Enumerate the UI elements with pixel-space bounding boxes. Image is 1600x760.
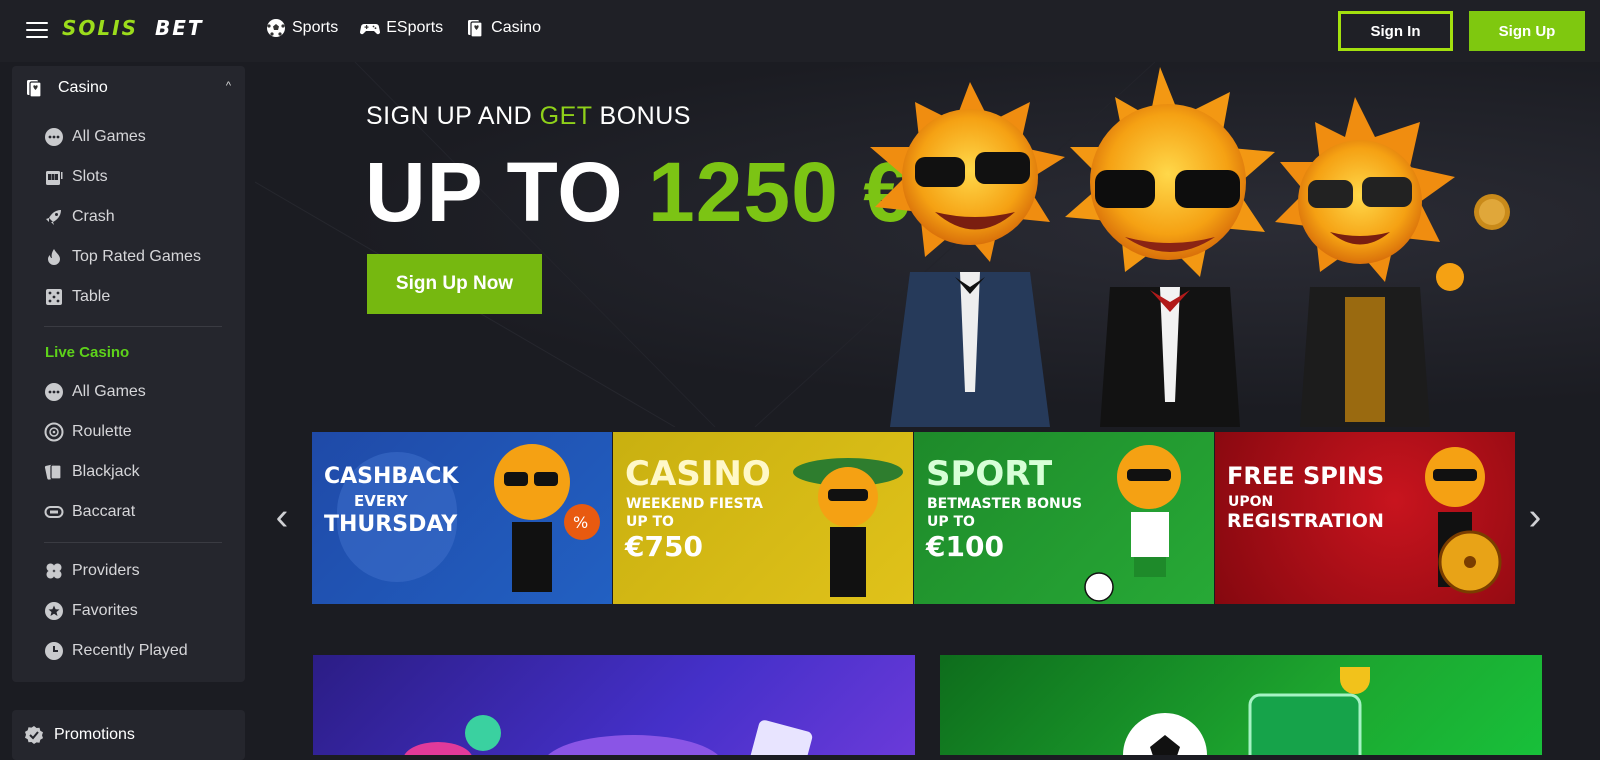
- sidebar-item-slots[interactable]: Slots: [44, 157, 244, 197]
- sign-up-button[interactable]: Sign Up: [1469, 11, 1585, 51]
- casino-list: All Games Slots Crash Top Rated Games Ta…: [44, 117, 244, 317]
- sidebar-item-promotions[interactable]: Promotions: [12, 710, 245, 760]
- dots-icon: [44, 127, 64, 147]
- sidebar-casino-header[interactable]: Casino ^: [12, 66, 245, 110]
- dice-icon: [44, 287, 64, 307]
- chevron-up-icon[interactable]: ^: [226, 80, 231, 92]
- nav-casino[interactable]: Casino: [465, 18, 541, 38]
- menu-icon[interactable]: [26, 22, 48, 38]
- clock-icon: [44, 641, 64, 661]
- hero-subtitle: SIGN UP AND GET BONUS: [366, 102, 691, 130]
- baccarat-icon: [44, 502, 64, 522]
- sidebar-item-baccarat[interactable]: Baccarat: [44, 492, 244, 532]
- sun-mascot-left: [870, 82, 1065, 427]
- divider: [44, 542, 222, 543]
- cards-icon: [468, 20, 483, 38]
- sun-mascots-illustration: [870, 67, 1510, 427]
- clover-icon: [44, 561, 64, 581]
- logo[interactable]: SOLIS BET: [62, 16, 204, 40]
- sign-in-button[interactable]: Sign In: [1338, 11, 1453, 51]
- soccer-ball-icon: [267, 19, 285, 37]
- sports-illustration: [1123, 667, 1370, 755]
- promo-carousel: ‹ CASHBACK EVERY THURSDAY % CASINO WEEKE…: [255, 427, 1600, 607]
- sun-mascot-right: [1275, 97, 1464, 427]
- roulette-icon: [44, 422, 64, 442]
- promo-card-casino[interactable]: CASINO WEEKEND FIESTA UP TO €750: [613, 432, 913, 604]
- svg-text:%: %: [573, 513, 588, 532]
- extra-list: Providers Favorites Recently Played: [44, 551, 244, 671]
- nav-esports[interactable]: ESports: [360, 18, 443, 38]
- sidebar-item-top-rated[interactable]: Top Rated Games: [44, 237, 244, 277]
- sidebar-item-live-all-games[interactable]: All Games: [44, 372, 244, 412]
- sun-wheel-mascot-icon: [1425, 447, 1502, 594]
- cards-icon: [27, 80, 42, 98]
- star-icon: [44, 601, 64, 621]
- sun-sombrero-mascot-icon: [793, 458, 903, 597]
- gamepad-icon: [360, 24, 381, 35]
- sidebar-item-table[interactable]: Table: [44, 277, 244, 317]
- promo-card-cashback[interactable]: CASHBACK EVERY THURSDAY %: [312, 432, 612, 604]
- live-casino-list: All Games Roulette Blackjack Baccarat: [44, 372, 244, 532]
- sidebar-item-all-games[interactable]: All Games: [44, 117, 244, 157]
- promo-card-free-spins[interactable]: FREE SPINS UPON REGISTRATION: [1215, 432, 1515, 604]
- sports-banner[interactable]: [940, 655, 1542, 755]
- sidebar-item-blackjack[interactable]: Blackjack: [44, 452, 244, 492]
- carousel-prev-arrow-icon[interactable]: ‹: [267, 497, 297, 537]
- sidebar-item-providers[interactable]: Providers: [44, 551, 244, 591]
- live-casino-title[interactable]: Live Casino: [45, 344, 129, 361]
- sun-mascot-icon: %: [494, 444, 600, 592]
- top-bar: SOLIS BET Sports ESports Casino Sign In …: [0, 0, 1600, 62]
- sidebar-item-favorites[interactable]: Favorites: [44, 591, 244, 631]
- dots-icon: [44, 382, 64, 402]
- sign-up-now-button[interactable]: Sign Up Now: [367, 254, 542, 314]
- flame-icon: [44, 247, 64, 267]
- sun-mascot-center: [1065, 67, 1275, 427]
- casino-chips-illustration: [404, 715, 813, 755]
- divider: [44, 326, 222, 327]
- casino-games-banner[interactable]: [313, 655, 915, 755]
- sidebar-item-recently-played[interactable]: Recently Played: [44, 631, 244, 671]
- sun-footballer-mascot-icon: [1084, 445, 1181, 602]
- carousel-next-arrow-icon[interactable]: ›: [1520, 497, 1550, 537]
- top-nav: Sports ESports Casino: [266, 18, 541, 38]
- hero-banner: SIGN UP AND GET BONUS UP TO 1250 € Sign …: [255, 62, 1600, 427]
- badge-check-icon: [25, 726, 43, 744]
- sidebar-item-crash[interactable]: Crash: [44, 197, 244, 237]
- nav-sports[interactable]: Sports: [266, 18, 338, 38]
- promo-card-sport[interactable]: SPORT BETMASTER BONUS UP TO €100: [914, 432, 1214, 604]
- rocket-icon: [44, 207, 64, 227]
- sidebar: Casino ^ All Games Slots Crash Top Rated…: [12, 66, 245, 682]
- sidebar-item-roulette[interactable]: Roulette: [44, 412, 244, 452]
- slot-machine-icon: [44, 167, 64, 187]
- cards-icon: [44, 462, 64, 482]
